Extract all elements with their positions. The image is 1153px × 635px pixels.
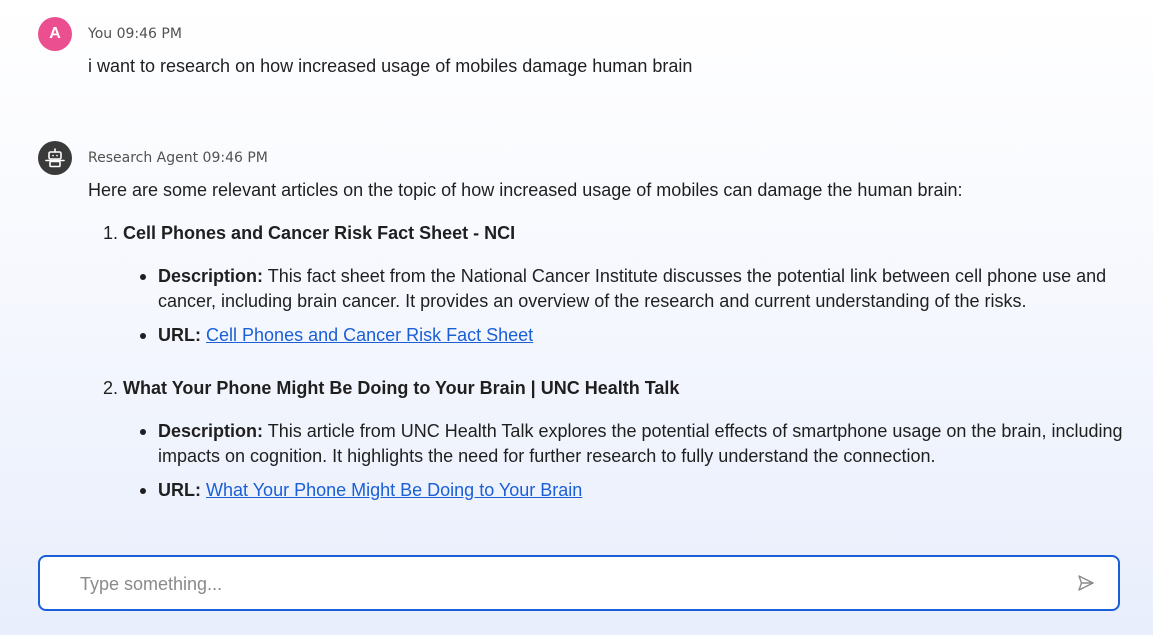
send-icon[interactable] [1076, 573, 1098, 595]
article-number: 1. [103, 223, 119, 243]
url-label: URL: [158, 325, 201, 345]
user-message-text: i want to research on how increased usag… [88, 56, 693, 76]
article-title-text: What Your Phone Might Be Doing to Your B… [123, 378, 680, 398]
agent-message-meta: Research Agent 09:46 PM [88, 150, 268, 166]
article-title: 1. Cell Phones and Cancer Risk Fact Shee… [103, 223, 1123, 244]
robot-icon [38, 141, 72, 175]
description-text: This fact sheet from the National Cancer… [158, 266, 1107, 311]
user-avatar: A [38, 17, 72, 51]
description-label: Description: [158, 266, 264, 286]
article-link[interactable]: What Your Phone Might Be Doing to Your B… [206, 480, 582, 500]
article-link[interactable]: Cell Phones and Cancer Risk Fact Sheet [206, 325, 533, 345]
article-title-text: Cell Phones and Cancer Risk Fact Sheet -… [123, 223, 516, 243]
description-label: Description: [158, 421, 264, 441]
description-text: This article from UNC Health Talk explor… [158, 421, 1123, 466]
article-details: Description: This article from UNC Healt… [140, 419, 1123, 503]
agent-message-body: Here are some relevant articles on the t… [88, 180, 1123, 512]
user-avatar-letter: A [49, 25, 61, 42]
article-description: Description: This fact sheet from the Na… [140, 264, 1123, 314]
user-message-meta: You 09:46 PM [88, 26, 182, 42]
article-url: URL: What Your Phone Might Be Doing to Y… [140, 478, 1123, 503]
agent-intro-text: Here are some relevant articles on the t… [88, 180, 963, 200]
article-url: URL: Cell Phones and Cancer Risk Fact Sh… [140, 323, 1123, 348]
message-input[interactable] [78, 569, 1042, 599]
article-title: 2. What Your Phone Might Be Doing to You… [103, 378, 1123, 399]
message-composer [38, 555, 1120, 611]
article-number: 2. [103, 378, 119, 398]
article-description: Description: This article from UNC Healt… [140, 419, 1123, 469]
article-item: 1. Cell Phones and Cancer Risk Fact Shee… [103, 223, 1123, 348]
article-item: 2. What Your Phone Might Be Doing to You… [103, 378, 1123, 503]
url-label: URL: [158, 480, 201, 500]
article-details: Description: This fact sheet from the Na… [140, 264, 1123, 348]
